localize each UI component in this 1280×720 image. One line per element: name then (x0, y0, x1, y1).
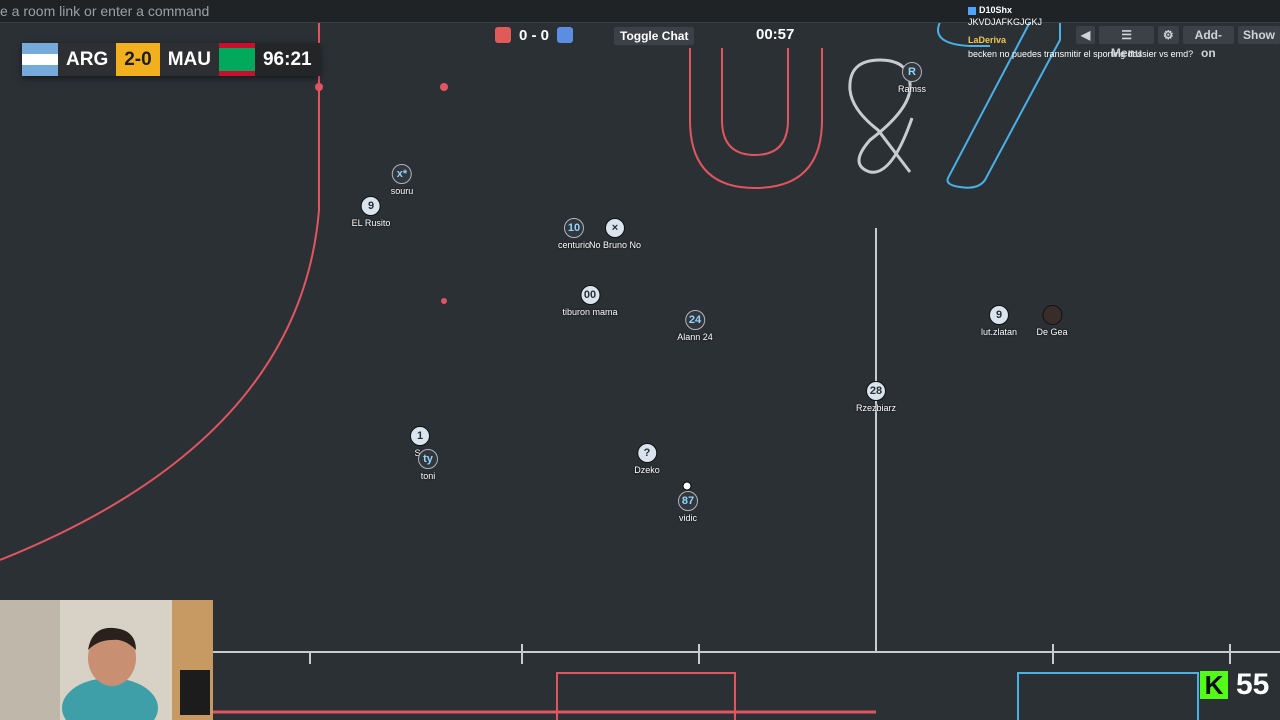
user-badge-icon (968, 6, 976, 15)
streamer-webcam (0, 600, 213, 720)
match-time: 96:21 (254, 43, 320, 76)
player-avatar: 24 (685, 310, 705, 330)
player: R Ramss (898, 62, 926, 94)
chat-user: D10Shx (979, 5, 1013, 15)
player: 10 centurio (558, 218, 590, 250)
player-avatar (1042, 305, 1062, 325)
player-name: centurio (557, 240, 591, 250)
match-score: 2-0 (116, 43, 160, 76)
player-avatar: ? (636, 443, 657, 463)
red-u-shape (689, 48, 823, 190)
home-team: ARG (58, 43, 117, 76)
blue-goal-box (1017, 672, 1199, 720)
player-name: De Gea (1036, 327, 1068, 337)
player-name: toni (420, 471, 436, 481)
player-name: lut.zlatan (980, 327, 1018, 337)
player-avatar: x* (391, 164, 412, 184)
away-team: MAU (159, 43, 219, 76)
player: ? Dzeko (634, 443, 660, 475)
player-avatar: 00 (580, 285, 600, 305)
player-avatar: × (605, 218, 625, 238)
player-avatar: R (901, 62, 922, 82)
ball (682, 481, 692, 491)
room-menu: ◀ ☰ Menu ⚙ Add-on Show (1076, 26, 1280, 60)
player: 24 Alann 24 (677, 310, 713, 342)
player: ty toni (418, 449, 438, 481)
player-avatar: 28 (865, 381, 886, 401)
red-goalpost (315, 83, 323, 91)
red-marker (440, 83, 448, 91)
room-score-text: 0 - 0 (519, 26, 550, 44)
argentina-flag-icon (22, 43, 58, 76)
player-name: Alann 24 (677, 332, 713, 342)
player-name: vidic (678, 513, 697, 523)
red-team-icon (495, 27, 511, 43)
player: 28 Rzezbiarz (856, 381, 896, 413)
addon-button[interactable]: Add-on (1182, 26, 1234, 60)
red-boundary-line (0, 22, 320, 561)
player-name: Ramss (897, 84, 927, 94)
command-input[interactable] (0, 0, 960, 22)
player-name: Rzezbiarz (855, 403, 897, 413)
kick-logo-icon: K (1200, 670, 1228, 700)
viewer-count: 55 (1236, 668, 1270, 701)
settings-button[interactable]: ⚙ (1157, 26, 1179, 44)
player: × No Bruno No (589, 218, 641, 250)
chat-message: becken no puedes transmitir el sporting … (968, 49, 1194, 59)
player-name: tiburon mama (562, 307, 618, 317)
room-score: 0 - 0 (495, 26, 574, 44)
stream-viewer-counter: K 55 (1200, 668, 1269, 702)
room-timer: 00:57 (756, 26, 795, 43)
webcam-image (0, 600, 213, 720)
player-avatar: 10 (564, 218, 584, 238)
player-avatar: 9 (361, 196, 381, 216)
chat-line: D10Shx (968, 4, 1218, 16)
red-u-shape-inner (721, 48, 789, 157)
player: 00 tiburon mama (562, 285, 618, 317)
player: 9 EL Rusito (351, 196, 391, 228)
player: 87 vidic (678, 491, 698, 523)
player-avatar: 1 (410, 426, 430, 446)
player-avatar: 9 (989, 305, 1009, 325)
player-name: Dzeko (634, 465, 660, 475)
chat-line: becken no puedes transmitir el sporting … (968, 48, 1218, 60)
player: De Gea (1036, 305, 1068, 337)
toggle-chat-button[interactable]: Toggle Chat (614, 27, 695, 45)
player-name: EL Rusito (351, 218, 391, 228)
player-avatar: 87 (678, 491, 698, 511)
chat-message: JKVDJAFKGJGKJ (968, 17, 1043, 27)
player-name: No Bruno No (588, 240, 642, 250)
player-name: souru (390, 186, 414, 196)
menu-button[interactable]: ☰ Menu (1099, 26, 1154, 60)
player: 9 lut.zlatan (981, 305, 1017, 337)
player-avatar: ty (418, 449, 438, 469)
blue-team-icon (557, 27, 574, 43)
show-button[interactable]: Show (1238, 26, 1280, 44)
match-scoreboard: ARG 2-0 MAU 96:21 (22, 43, 320, 76)
red-marker (441, 298, 447, 304)
chat-user: LaDeriva (968, 35, 1007, 45)
mauritania-flag-icon (218, 43, 255, 76)
back-button[interactable]: ◀ (1076, 26, 1096, 44)
player: x* souru (390, 164, 414, 196)
